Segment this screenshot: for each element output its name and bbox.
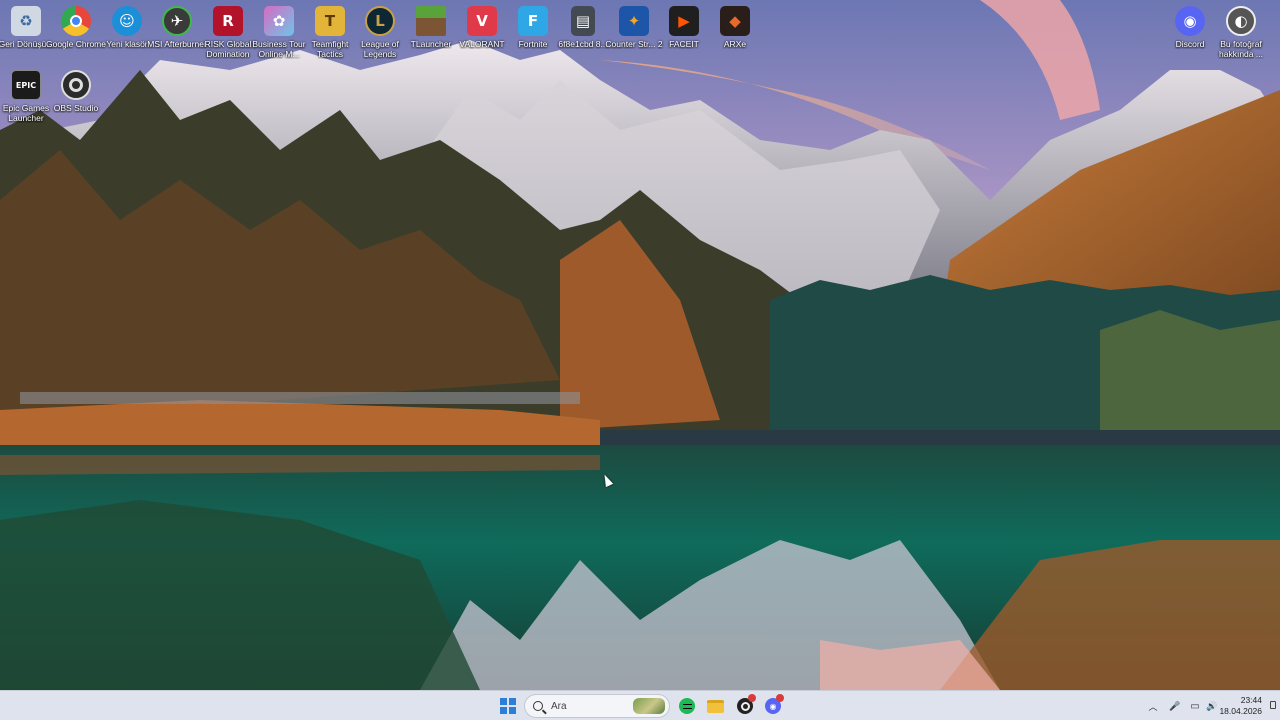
spotlight-info-icon: ◐ — [1226, 6, 1256, 36]
discord-icon: ◉ — [1175, 6, 1205, 36]
notification-badge — [748, 694, 756, 702]
google-chrome-shortcut[interactable]: Google Chrome — [46, 2, 106, 64]
volume-icon: 🔊 — [1206, 700, 1218, 711]
chrome-icon — [61, 6, 91, 36]
icon-label: OBS Studio — [53, 103, 99, 113]
search-box[interactable]: Ara — [524, 694, 670, 718]
volume-tray[interactable]: 🔊 — [1205, 694, 1219, 718]
icon-label: Bu fotoğraf hakkında ... — [1219, 39, 1263, 59]
desktop-wallpaper — [0, 0, 1280, 690]
faceit-icon: ▶ — [669, 6, 699, 36]
microphone-icon: 🎤 — [1169, 700, 1181, 711]
risk-shortcut[interactable]: R RISK Global Domination — [202, 2, 254, 64]
clock-time: 23:44 — [1240, 695, 1262, 705]
business-tour-shortcut[interactable]: ✿ Business Tour Online M... — [252, 2, 306, 64]
discord-shortcut[interactable]: ◉ Discord — [1164, 2, 1216, 64]
fortnite-shortcut[interactable]: F Fortnite — [507, 2, 559, 64]
spotify-icon — [679, 698, 695, 714]
epic-games-icon: EPIC — [11, 70, 41, 100]
search-highlight-image — [633, 698, 665, 714]
minecraft-icon — [416, 6, 446, 36]
lol-icon: L — [365, 6, 395, 36]
microphone-tray[interactable]: 🎤 — [1168, 694, 1182, 718]
chevron-up-icon: ︿ — [1148, 701, 1158, 712]
faceit-shortcut[interactable]: ▶ FACEIT — [658, 2, 710, 64]
folder-icon — [706, 699, 724, 713]
clock-date: 18.04.2026 — [1219, 706, 1262, 716]
tlauncher-shortcut[interactable]: TLauncher — [405, 2, 457, 64]
obs-icon — [61, 70, 91, 100]
taskbar-file-explorer[interactable] — [704, 694, 726, 718]
risk-icon: R — [213, 6, 243, 36]
recycle-bin-icon: ♻ — [11, 6, 41, 36]
file-shortcut[interactable]: ▤ 6f8e1cbd 8... — [557, 2, 609, 64]
file-icon: ▤ — [571, 6, 595, 36]
yeni-klasor-shortcut[interactable]: ☺ Yeni klasör — [101, 2, 153, 64]
msi-afterburner-shortcut[interactable]: ✈ MSI Afterburner — [147, 2, 207, 64]
tray-overflow-button[interactable]: ︿ — [1146, 694, 1160, 718]
clock[interactable]: 23:44 18.04.2026 — [1219, 695, 1262, 717]
network-icon: ▭ — [1190, 700, 1200, 712]
windows-icon — [500, 698, 516, 714]
obs-studio-shortcut[interactable]: OBS Studio — [50, 66, 102, 128]
league-of-legends-shortcut[interactable]: L League of Legends — [354, 2, 406, 64]
tft-icon: T — [315, 6, 345, 36]
business-tour-icon: ✿ — [264, 6, 294, 36]
network-tray[interactable]: ▭ — [1188, 694, 1202, 718]
spotlight-info-shortcut[interactable]: ◐ Bu fotoğraf hakkında ... — [1215, 2, 1267, 64]
recycle-bin-shortcut[interactable]: ♻ Geri Dönüşü... — [0, 2, 53, 64]
notification-badge — [776, 694, 784, 702]
search-placeholder: Ara — [551, 700, 567, 712]
taskbar: Ara ◉ ︿ 🎤 ▭ 🔊 23:44 18.04.2026 — [0, 690, 1280, 720]
search-icon — [533, 701, 543, 711]
counter-strike-shortcut[interactable]: ✦ Counter Str... 2 — [605, 2, 663, 64]
icon-label: ARXe — [723, 39, 747, 49]
notification-center-icon[interactable] — [1270, 701, 1276, 709]
taskbar-discord[interactable]: ◉ — [762, 694, 784, 718]
cs2-icon: ✦ — [619, 6, 649, 36]
msi-afterburner-icon: ✈ — [162, 6, 192, 36]
valorant-icon: V — [467, 6, 497, 36]
arxe-shortcut[interactable]: ◆ ARXe — [709, 2, 761, 64]
arxe-icon: ◆ — [720, 6, 750, 36]
accessibility-icon: ☺ — [112, 6, 142, 36]
epic-games-shortcut[interactable]: EPIC Epic Games Launcher — [0, 66, 52, 128]
fortnite-icon: F — [518, 6, 548, 36]
start-button[interactable] — [496, 694, 520, 718]
taskbar-spotify[interactable] — [676, 694, 698, 718]
valorant-shortcut[interactable]: V VALORANT — [456, 2, 508, 64]
taskbar-obs[interactable] — [734, 694, 756, 718]
